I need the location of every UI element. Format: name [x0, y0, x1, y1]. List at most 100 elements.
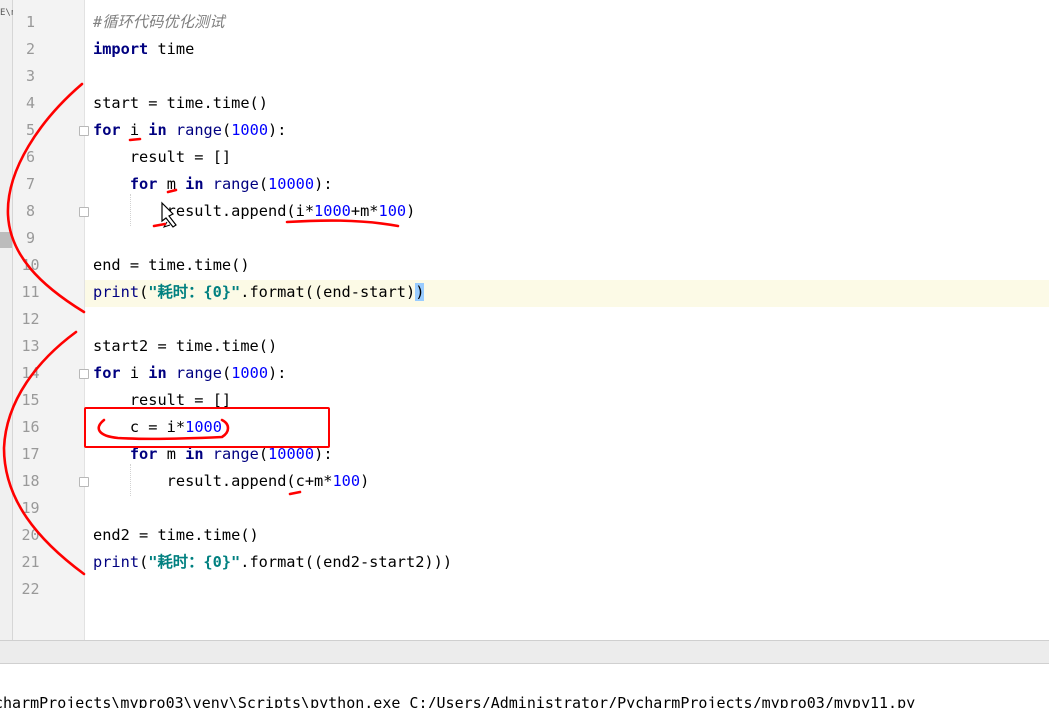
code-editor[interactable]: E\n 1 2 3 4 5 6 7 8 9 10 11 12 13 14 15 16 17 18 19 20 21 22 …: [0, 0, 1049, 640]
code-token: (: [139, 553, 149, 571]
line-number: 11: [21, 283, 40, 301]
code-token: #循环代码优化测试: [93, 13, 225, 31]
line-number: 16: [21, 418, 40, 436]
code-token: start = time.time(): [93, 94, 268, 112]
code-token: in: [148, 364, 167, 382]
line-number: 8: [25, 202, 36, 220]
line-number: 5: [25, 121, 36, 139]
line-number: 2: [25, 40, 36, 58]
code-token: import: [93, 40, 149, 58]
code-line: for i in range(1000):: [93, 360, 452, 387]
code-token: time: [148, 40, 195, 58]
project-panel-strip[interactable]: E\n: [0, 0, 16, 640]
annotation-box: [84, 407, 330, 448]
line-number: 20: [21, 526, 40, 544]
code-token: 10000: [268, 175, 315, 193]
code-token: end = time.time(): [93, 256, 250, 274]
code-line: import time: [93, 36, 452, 63]
line-number: 15: [21, 391, 40, 409]
line-number: 21: [21, 553, 40, 571]
code-token: .format((end2-start2))): [240, 553, 453, 571]
code-token: ): [415, 283, 425, 301]
project-panel-selection: [0, 232, 12, 248]
code-token: for: [93, 364, 121, 382]
code-token: result.append(i*: [93, 202, 315, 220]
code-token: in: [185, 175, 204, 193]
code-line: result = []: [93, 144, 452, 171]
fold-marker-icon[interactable]: [79, 126, 89, 136]
line-number: 7: [25, 175, 36, 193]
code-token: ):: [268, 121, 287, 139]
code-token: ): [360, 472, 370, 490]
code-token: (: [221, 121, 232, 139]
editor-bottom-bar: [0, 640, 1049, 663]
code-token: 100: [332, 472, 361, 490]
run-console[interactable]: charmProjects\mypro03\venv\Scripts\pytho…: [0, 663, 1049, 708]
line-number: 22: [21, 580, 40, 598]
code-token: range: [212, 175, 259, 193]
code-token: 100: [378, 202, 407, 220]
code-token: 1000: [314, 202, 351, 220]
code-token: "耗时：{0}": [148, 553, 241, 571]
line-number-gutter[interactable]: 1 2 3 4 5 6 7 8 9 10 11 12 13 14 15 16 17 18 19 20 21 22: [13, 0, 89, 640]
code-token: for: [129, 175, 158, 193]
code-line: end = time.time(): [93, 252, 452, 279]
line-number: 14: [21, 364, 40, 382]
line-number: 18: [21, 472, 40, 490]
line-number: 1: [25, 13, 36, 31]
line-number: 13: [21, 337, 40, 355]
pen-cursor-icon: [161, 201, 177, 228]
code-line: print("耗时：{0}".format((end2-start2))): [93, 549, 452, 576]
code-token: (: [221, 364, 232, 382]
code-token: range: [175, 121, 222, 139]
code-token: start2 = time.time(): [93, 337, 278, 355]
code-line: for m in range(10000):: [93, 171, 452, 198]
code-token: ):: [268, 364, 287, 382]
code-line: end2 = time.time(): [93, 522, 452, 549]
code-token: end2 = time.time(): [93, 526, 259, 544]
code-token: (: [258, 175, 269, 193]
line-number: 17: [21, 445, 40, 463]
code-token: ):: [314, 175, 333, 193]
code-line: #循环代码优化测试: [93, 9, 452, 36]
code-token: .format((end-start): [240, 283, 416, 301]
code-token: print: [93, 553, 140, 571]
code-line: result.append(c+m*100): [93, 468, 452, 495]
fold-marker-icon[interactable]: [79, 369, 89, 379]
code-token: +m*: [350, 202, 379, 220]
code-token: in: [148, 121, 167, 139]
code-token: (: [139, 283, 149, 301]
code-token: 1000: [231, 364, 269, 382]
line-number: 9: [25, 229, 36, 247]
code-token: "耗时：{0}": [148, 283, 241, 301]
code-area[interactable]: #循环代码优化测试 import time start = time.time()…: [93, 9, 452, 603]
line-number: 19: [21, 499, 40, 517]
code-token: result.append(c+m*: [93, 472, 333, 490]
fold-marker-icon[interactable]: [79, 477, 89, 487]
code-token: range: [175, 364, 222, 382]
code-token: ): [406, 202, 416, 220]
code-token: i: [120, 121, 149, 139]
console-command-text: charmProjects\mypro03\venv\Scripts\pytho…: [0, 694, 916, 708]
code-line: result.append(i*1000+m*100): [93, 198, 452, 225]
code-line: start2 = time.time(): [93, 333, 452, 360]
line-number: 6: [25, 148, 36, 166]
line-number: 3: [25, 67, 36, 85]
line-number: 10: [21, 256, 40, 274]
code-token: m: [157, 175, 186, 193]
fold-marker-icon[interactable]: [79, 207, 89, 217]
code-line: for i in range(1000):: [93, 117, 452, 144]
code-token: 1000: [231, 121, 269, 139]
code-line: start = time.time(): [93, 90, 452, 117]
line-number: 4: [25, 94, 36, 112]
code-token: print: [93, 283, 140, 301]
